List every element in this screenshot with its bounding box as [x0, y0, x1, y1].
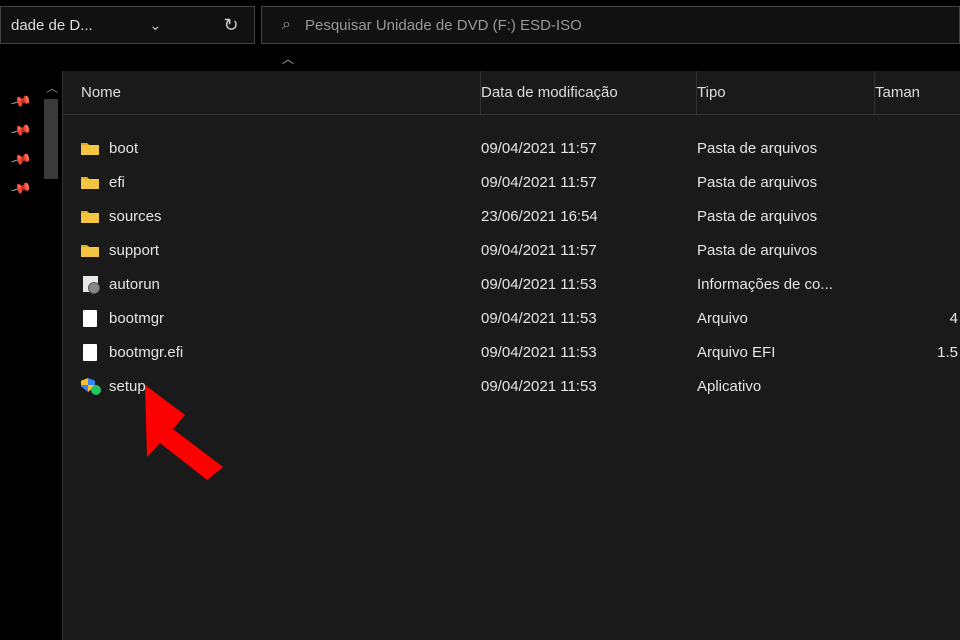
quick-access-pins: 📌 📌 📌 📌 [0, 71, 42, 640]
chevron-down-icon[interactable]: ⌄ [142, 17, 168, 34]
search-placeholder: Pesquisar Unidade de DVD (F:) ESD-ISO [305, 17, 582, 34]
file-type: Pasta de arquivos [697, 242, 817, 259]
file-name: sources [109, 208, 162, 225]
column-headers: Nome Data de modificação Tipo Taman [63, 71, 960, 115]
file-type: Arquivo [697, 310, 748, 327]
file-row[interactable]: efi 09/04/2021 11:57 Pasta de arquivos [63, 165, 960, 199]
file-date: 09/04/2021 11:53 [481, 276, 597, 293]
file-icon [81, 343, 99, 361]
search-icon: ⌕ [282, 16, 291, 34]
file-name: support [109, 242, 159, 259]
file-name: boot [109, 140, 138, 157]
caret-up-icon[interactable]: ︿ [282, 50, 294, 67]
file-date: 09/04/2021 11:53 [481, 378, 597, 395]
file-date: 23/06/2021 16:54 [481, 208, 598, 225]
search-box[interactable]: ⌕ Pesquisar Unidade de DVD (F:) ESD-ISO [261, 6, 960, 44]
folder-icon [81, 241, 99, 259]
file-name: bootmgr [109, 310, 164, 327]
file-date: 09/04/2021 11:57 [481, 242, 597, 259]
inf-file-icon [81, 275, 99, 293]
column-header-name[interactable]: Nome [81, 71, 481, 114]
file-date: 09/04/2021 11:53 [481, 310, 597, 327]
folder-icon [81, 173, 99, 191]
file-rows: boot09/04/2021 11:57Pasta de arquivosefi… [63, 115, 960, 403]
column-header-size[interactable]: Taman [875, 71, 960, 114]
file-row[interactable]: support 09/04/2021 11:57 Pasta de arquivos [63, 233, 960, 267]
file-icon [81, 309, 99, 327]
file-name: bootmgr.efi [109, 344, 183, 361]
pin-icon[interactable]: 📌 [0, 171, 43, 207]
nav-scrollbar[interactable]: ︿ [42, 71, 62, 640]
file-type: Pasta de arquivos [697, 208, 817, 225]
scroll-thumb[interactable] [44, 99, 58, 179]
file-type: Informações de co... [697, 276, 833, 293]
file-date: 09/04/2021 11:53 [481, 344, 597, 361]
file-date: 09/04/2021 11:57 [481, 174, 597, 191]
file-row[interactable]: boot 09/04/2021 11:57 Pasta de arquivos [63, 131, 960, 165]
column-header-date[interactable]: Data de modificação [481, 71, 697, 114]
folder-icon [81, 139, 99, 157]
application-icon [81, 378, 99, 394]
file-type: Pasta de arquivos [697, 174, 817, 191]
file-row[interactable]: bootmgr 09/04/2021 11:53 Arquivo 4 [63, 301, 960, 335]
main-area: 📌 📌 📌 📌 ︿ Nome Data de modificação Tipo … [0, 71, 960, 640]
file-name: autorun [109, 276, 160, 293]
file-type: Aplicativo [697, 378, 761, 395]
folder-icon [81, 207, 99, 225]
file-row[interactable]: setup 09/04/2021 11:53 Aplicativo [63, 369, 960, 403]
file-name: efi [109, 174, 125, 191]
address-toolbar: dade de D... ⌄ ↻ ⌕ Pesquisar Unidade de … [0, 0, 960, 50]
file-size: 1.5 [937, 344, 958, 361]
file-name: setup [109, 378, 146, 395]
file-size: 4 [950, 310, 958, 327]
file-row[interactable]: sources 23/06/2021 16:54 Pasta de arquivos [63, 199, 960, 233]
file-list-pane: Nome Data de modificação Tipo Taman boot… [63, 71, 960, 640]
breadcrumb-text: dade de D... [11, 17, 93, 34]
column-header-type[interactable]: Tipo [697, 71, 875, 114]
refresh-icon[interactable]: ↻ [218, 15, 244, 36]
file-date: 09/04/2021 11:57 [481, 140, 597, 157]
file-row[interactable]: autorun 09/04/2021 11:53 Informações de co… [63, 267, 960, 301]
breadcrumb-box[interactable]: dade de D... ⌄ ↻ [0, 6, 255, 44]
file-type: Arquivo EFI [697, 344, 775, 361]
file-type: Pasta de arquivos [697, 140, 817, 157]
file-row[interactable]: bootmgr.efi 09/04/2021 11:53 Arquivo EFI 1.… [63, 335, 960, 369]
header-splitter: ︿ [0, 50, 960, 71]
scroll-up-icon[interactable]: ︿ [42, 79, 62, 96]
